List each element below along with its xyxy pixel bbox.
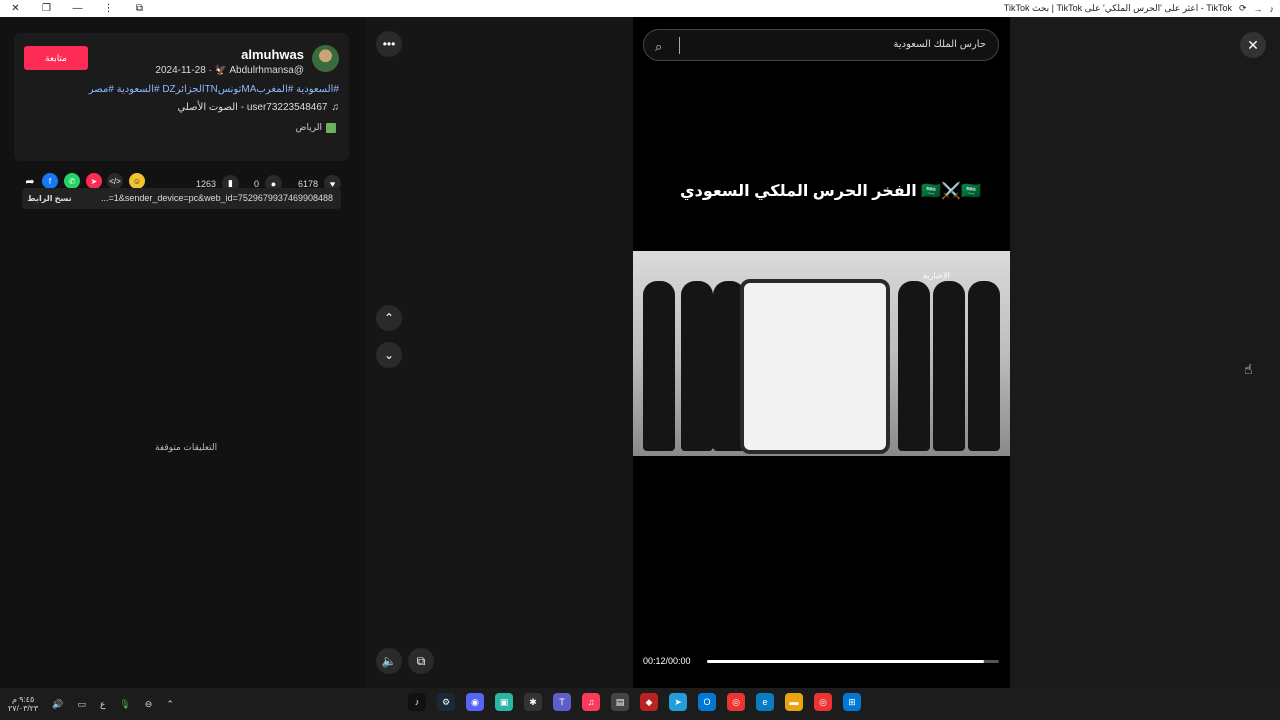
- comments-count: 0: [254, 178, 260, 189]
- language-indicator[interactable]: ع: [100, 699, 105, 710]
- post-info-panel: متابعة almuhwas 2024-11-28 · 🦅 Abdulrhma…: [0, 17, 365, 688]
- game-app-icon[interactable]: ◆: [640, 693, 658, 711]
- embed-code-icon[interactable]: </>: [107, 173, 123, 189]
- video-progress-bar[interactable]: [707, 660, 999, 663]
- emoji-icon[interactable]: ☺: [129, 173, 145, 189]
- window-titlebar: ✕ ❐ — ⋮ ⧉ TikTok بحث | TikTok اعثر على '…: [0, 0, 1280, 17]
- handle-date: 2024-11-28 · 🦅 Abdulrhmansa@: [155, 65, 304, 76]
- navigation-panel: ••• ⌃ ⌄ 🔈 ⧉: [365, 17, 633, 688]
- headset-icon[interactable]: ⊖: [145, 699, 153, 710]
- taskbar: ٩:٤٥ م ٢٧/٠٣/٢٣ 🔊 ▭ ع 🎙 ⊖ ⌃ ♪ ⚙ ◉ ▣ ✱ T …: [0, 688, 1280, 720]
- share-url: ...=1&sender_device=pc&web_id=7529679937…: [101, 193, 333, 203]
- speaker-icon[interactable]: 🔊: [52, 699, 63, 710]
- hashtags[interactable]: #السعودية #المغربMAتونسTNالجزائرDZ #السع…: [89, 84, 339, 95]
- network-icon[interactable]: ▭: [77, 699, 86, 710]
- likes-count: 6178: [298, 178, 319, 189]
- clock-date: ٢٧/٠٣/٢٣: [8, 704, 39, 713]
- music-app-icon[interactable]: ♫: [582, 693, 600, 711]
- close-icon[interactable]: ✕: [1240, 32, 1266, 58]
- system-tray: ٩:٤٥ م ٢٧/٠٣/٢٣ 🔊 ▭ ع 🎙 ⊖ ⌃: [8, 695, 174, 713]
- forward-arrow-icon[interactable]: →: [1254, 4, 1263, 14]
- channel-watermark: الإخبارية: [923, 271, 950, 280]
- saves-count: 1263: [196, 178, 217, 189]
- location-label: الرياض: [295, 122, 322, 132]
- sound-label: الصوت الأصلي - user73223548467: [177, 102, 328, 113]
- volume-icon[interactable]: 🔈: [376, 648, 402, 674]
- avatar[interactable]: [312, 45, 339, 72]
- chevron-up-icon[interactable]: ⌃: [166, 699, 174, 710]
- video-caption: الفخر الحرس الملكي السعودي 🇸🇦⚔️🇸🇦: [679, 183, 981, 200]
- right-backdrop: [1010, 17, 1280, 688]
- picture-in-picture-icon[interactable]: ⧉: [408, 648, 434, 674]
- more-menu-icon[interactable]: ⋮: [93, 0, 124, 17]
- tiktok-app-icon[interactable]: ♪: [408, 693, 426, 711]
- pointer-cursor-icon: ☝: [1244, 361, 1253, 377]
- location-pin-icon: [326, 122, 336, 133]
- restore-window-icon[interactable]: ❐: [31, 0, 62, 17]
- file-explorer-icon[interactable]: ▬: [785, 693, 803, 711]
- comments-disabled-notice: التعليقات متوقفة: [155, 442, 218, 452]
- post-header-card: متابعة almuhwas 2024-11-28 · 🦅 Abdulrhma…: [14, 33, 349, 161]
- chat-app-icon[interactable]: ▣: [495, 693, 513, 711]
- tiktok-logo-icon: ♪: [1269, 3, 1275, 14]
- video-progress-fill: [707, 660, 985, 663]
- settings-app-icon[interactable]: ✱: [524, 693, 542, 711]
- tiktok-viewer: متابعة almuhwas 2024-11-28 · 🦅 Abdulrhma…: [0, 17, 1280, 688]
- outlook-app-icon[interactable]: O: [698, 693, 716, 711]
- chrome-alt-app-icon[interactable]: ◎: [814, 693, 832, 711]
- more-options-icon[interactable]: •••: [376, 31, 402, 57]
- window-title: TikTok بحث | TikTok اعثر على 'الحرس المل…: [1003, 3, 1232, 13]
- username[interactable]: almuhwas: [241, 47, 304, 62]
- search-caret: [679, 37, 680, 54]
- search-icon[interactable]: ⌕: [655, 39, 662, 55]
- previous-video-button[interactable]: ⌃: [376, 305, 402, 331]
- clock-time: ٩:٤٥ م: [11, 695, 35, 704]
- teams-app-icon[interactable]: T: [553, 693, 571, 711]
- microphone-icon[interactable]: 🎙: [119, 699, 130, 710]
- clock[interactable]: ٩:٤٥ م ٢٧/٠٣/٢٣: [8, 695, 38, 713]
- golf-cart: [740, 279, 890, 454]
- close-window-icon[interactable]: ✕: [0, 0, 31, 17]
- edge-app-icon[interactable]: e: [756, 693, 774, 711]
- chrome-app-icon[interactable]: ◎: [727, 693, 745, 711]
- facebook-icon[interactable]: f: [42, 173, 58, 189]
- music-note-icon: ♫: [331, 102, 340, 113]
- windows-start-icon[interactable]: ⊞: [843, 693, 861, 711]
- video-time: 00:12/00:00: [643, 656, 691, 666]
- copy-link-button[interactable]: نسخ الرابط: [22, 188, 77, 209]
- discord-app-icon[interactable]: ◉: [466, 693, 484, 711]
- store-app-icon[interactable]: ▤: [611, 693, 629, 711]
- next-video-button[interactable]: ⌄: [376, 342, 402, 368]
- reload-icon[interactable]: ⟳: [1239, 3, 1247, 14]
- telegram-app-icon[interactable]: ➤: [669, 693, 687, 711]
- search-bar[interactable]: ⌕ حارس الملك السعودية: [643, 29, 999, 61]
- whatsapp-icon[interactable]: ✆: [64, 173, 80, 189]
- minimize-window-icon[interactable]: —: [62, 0, 93, 17]
- extension-icon[interactable]: ⧉: [124, 0, 155, 17]
- share-arrow-icon[interactable]: ➦: [22, 173, 38, 189]
- video-frame: الإخبارية: [633, 251, 1010, 456]
- steam-app-icon[interactable]: ⚙: [437, 693, 455, 711]
- search-input[interactable]: حارس الملك السعودية: [894, 39, 987, 50]
- location-row[interactable]: الرياض: [296, 122, 336, 133]
- send-icon[interactable]: ➤: [86, 173, 102, 189]
- sound-row[interactable]: الصوت الأصلي - user73223548467 ♫: [177, 102, 339, 113]
- follow-button[interactable]: متابعة: [24, 46, 88, 70]
- copy-link-row: نسخ الرابط ...=1&sender_device=pc&web_id…: [22, 188, 341, 209]
- taskbar-apps: ♪ ⚙ ◉ ▣ ✱ T ♫ ▤ ◆ ➤ O ◎ e ▬ ◎ ⊞: [408, 693, 861, 711]
